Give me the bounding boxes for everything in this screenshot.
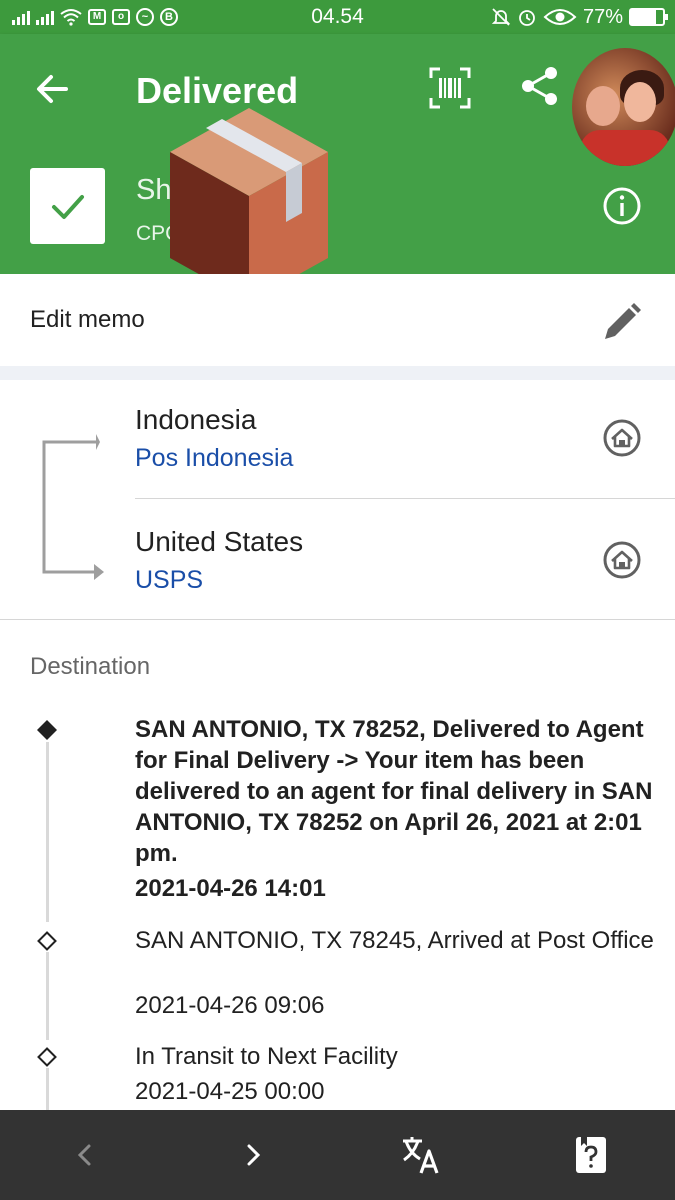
- mute-icon: [491, 8, 511, 26]
- battery-percent: 77%: [582, 5, 623, 28]
- status-bar: M o ~ B 04.54 77%: [0, 0, 675, 34]
- route-connector: [42, 434, 104, 580]
- eye-icon: [543, 9, 577, 25]
- check-icon: [51, 195, 84, 219]
- share-icon[interactable]: [518, 64, 562, 108]
- translate-button[interactable]: [398, 1132, 444, 1178]
- chevron-left-icon: [77, 1144, 91, 1166]
- chevron-right-icon: [247, 1144, 261, 1166]
- destination-label: Destination: [30, 653, 151, 680]
- bottom-navigation: [0, 1110, 675, 1200]
- event-time: 2021-04-25 00:00: [135, 1078, 325, 1105]
- alarm-icon: [519, 10, 535, 26]
- event-time: 2021-04-26 14:01: [135, 875, 326, 902]
- origin-carrier[interactable]: Pos Indonesia: [135, 444, 293, 473]
- delivered-checkbox[interactable]: [30, 168, 105, 244]
- package-emoji: [170, 108, 328, 302]
- pencil-icon[interactable]: [600, 302, 642, 344]
- forward-nav-button[interactable]: [230, 1132, 276, 1178]
- route-divider: [135, 498, 675, 499]
- memo-label: Edit memo: [30, 306, 145, 333]
- timeline-line: [46, 952, 49, 1040]
- event-description: SAN ANTONIO, TX 78252, Delivered to Agen…: [135, 716, 653, 867]
- destination-country: United States: [135, 526, 304, 557]
- route-section: Indonesia Pos Indonesia United States US…: [0, 380, 675, 620]
- back-nav-button[interactable]: [62, 1132, 108, 1178]
- event-description: In Transit to Next Facility: [135, 1043, 398, 1070]
- destination-carrier[interactable]: USPS: [135, 566, 203, 595]
- origin-country: Indonesia: [135, 404, 257, 435]
- section-divider: [0, 366, 675, 380]
- event-marker-hollow: [37, 1047, 57, 1067]
- event-description: SAN ANTONIO, TX 78245, Arrived at Post O…: [135, 927, 654, 954]
- translate-icon: [403, 1137, 439, 1174]
- event-time: 2021-04-26 09:06: [135, 992, 325, 1019]
- event-marker-hollow: [37, 931, 57, 951]
- barcode-scan-icon[interactable]: [428, 66, 472, 110]
- back-arrow-icon[interactable]: [30, 66, 76, 112]
- home-icon[interactable]: [602, 540, 642, 580]
- battery-level: [631, 10, 656, 24]
- help-button[interactable]: [568, 1132, 614, 1178]
- avatar[interactable]: [572, 48, 675, 166]
- home-icon[interactable]: [602, 418, 642, 458]
- app-header: Delivered Sha CPC: [0, 34, 675, 274]
- timeline-line: [46, 742, 49, 922]
- memo-row[interactable]: Edit memo: [0, 274, 675, 366]
- event-marker-filled: [37, 720, 57, 740]
- info-icon[interactable]: [602, 186, 642, 226]
- help-icon: [576, 1137, 606, 1173]
- timeline-line: [46, 1068, 49, 1110]
- page-title: Delivered: [136, 70, 299, 111]
- battery-icon: [629, 8, 668, 26]
- status-icons-right: 77%: [491, 5, 668, 28]
